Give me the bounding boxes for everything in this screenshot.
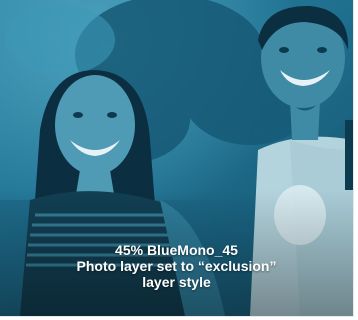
image-frame: 45% BlueMono_45 Photo layer set to “excl… [0,0,358,320]
caption-line-3: layer style [142,274,211,290]
caption: 45% BlueMono_45 Photo layer set to “excl… [0,242,353,290]
caption-line-1: 45% BlueMono_45 [115,242,238,258]
photo-tile: 45% BlueMono_45 Photo layer set to “excl… [0,0,354,317]
caption-line-2: Photo layer set to “exclusion” [76,258,277,274]
